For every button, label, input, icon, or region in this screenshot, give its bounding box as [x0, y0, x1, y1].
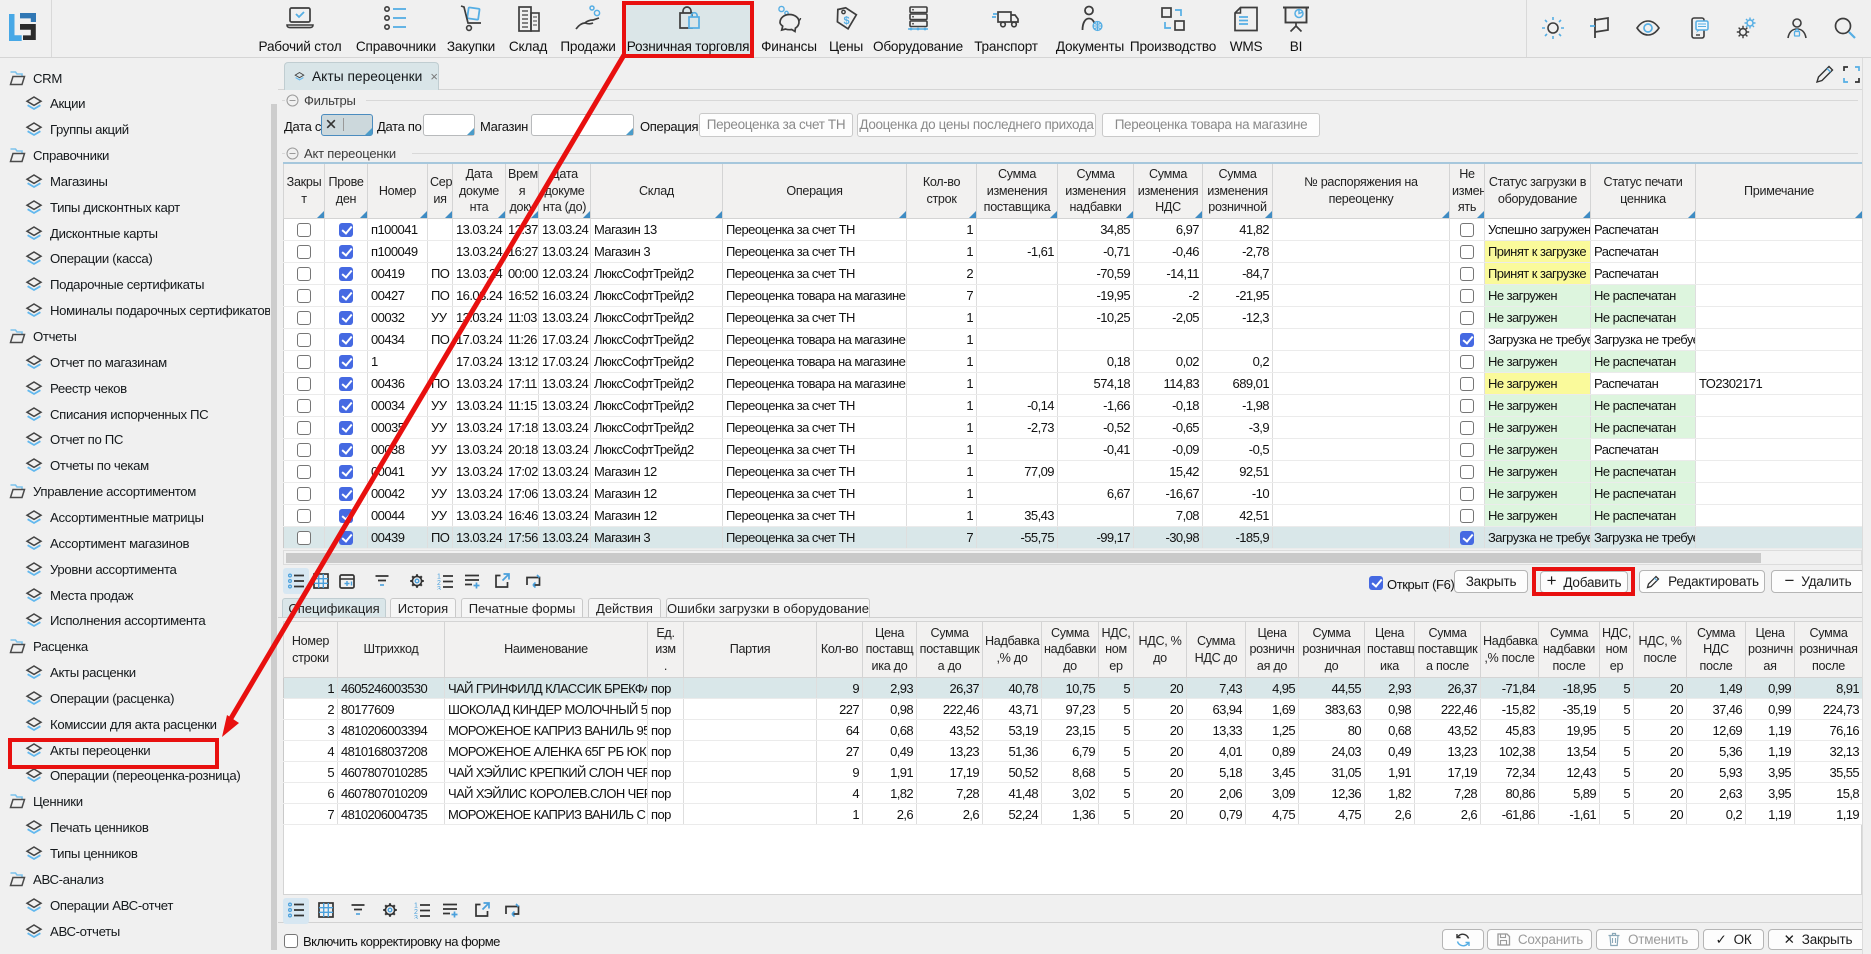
svg-text:3: 3 [437, 586, 441, 590]
svg-text:3: 3 [414, 915, 418, 919]
